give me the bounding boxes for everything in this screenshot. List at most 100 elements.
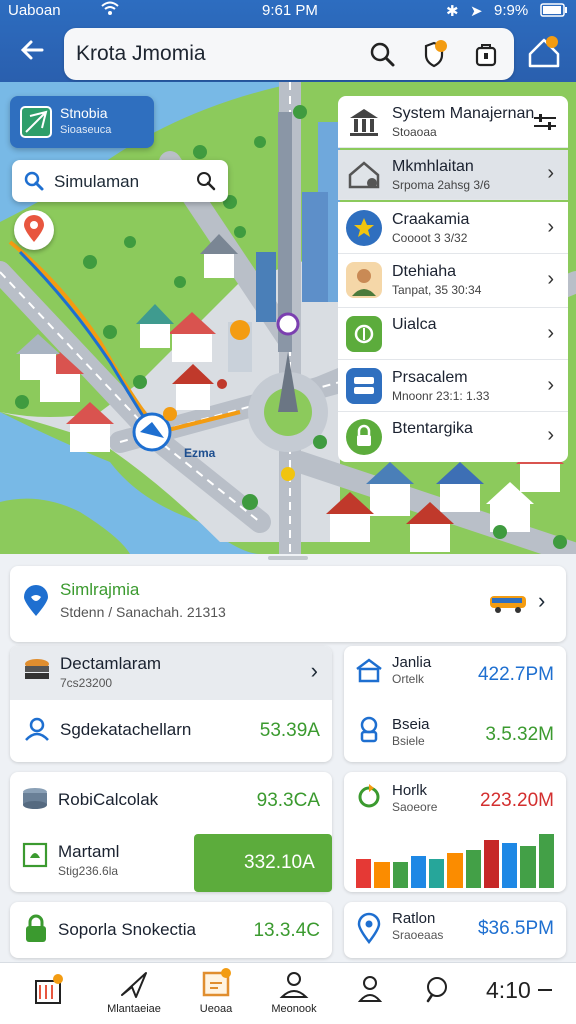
chart-bar: [410, 856, 427, 888]
bluetooth-icon: ✱: [446, 3, 459, 20]
panel-item-system[interactable]: System Manajernan Stoaoaa: [338, 96, 568, 148]
nav-person[interactable]: Meonook: [258, 967, 330, 1021]
chevron-right-icon: ›: [310, 658, 318, 683]
compass-icon: [20, 106, 52, 138]
search-icon[interactable]: [366, 38, 398, 70]
card-title: Soporla Snokectia: [58, 920, 196, 939]
stack-icon: [22, 656, 52, 691]
stat-card-soporla[interactable]: Soporla Snokectia 13.3.4C: [10, 902, 332, 958]
panel-item-title: Uialca: [392, 316, 437, 333]
chart-bar: [447, 853, 463, 888]
card-subtitle: Saoeore: [392, 800, 438, 814]
chart-bar: [520, 846, 536, 888]
card-title: Dectamlaram: [60, 654, 162, 673]
chart-bar: [465, 850, 481, 888]
home-button[interactable]: [524, 32, 564, 72]
bag-icon[interactable]: [470, 38, 502, 70]
location-pin-button[interactable]: [14, 210, 54, 250]
nav-box[interactable]: Ueoaa: [180, 967, 252, 1021]
stat-card-robi[interactable]: RobiCalcolak 93.3CA Martaml Stig236.6la …: [10, 772, 332, 892]
lock-icon: [346, 419, 382, 455]
card-value: $36.5PM: [477, 918, 554, 939]
panel-item-subtitle: Mnoonr 23:1: 1.33: [392, 389, 490, 403]
card-subtitle: Sraoeaas: [392, 928, 444, 942]
road-label: Ezma: [184, 446, 216, 460]
trip-card[interactable]: Simlrajmia Stdenn / Sanachah. 21313 ›: [10, 566, 566, 642]
card-subtitle: Ortelk: [392, 672, 425, 686]
promo-title: Stnobia: [60, 105, 108, 121]
panel-item-title: Btentargika: [392, 420, 473, 437]
panel-item-6[interactable]: Prsacalem Mnoonr 23:1: 1.33 ›: [338, 360, 568, 412]
nav-user[interactable]: [334, 967, 406, 1021]
stat-card-horlk[interactable]: Horlk Saoeore 223.20M: [344, 772, 566, 892]
back-button[interactable]: [14, 36, 50, 72]
panel-item-title: Mkmhlaitan: [392, 158, 474, 175]
bottom-sheet: Simlrajmia Stdenn / Sanachah. 21313 › De…: [0, 554, 576, 1024]
minus-icon: [538, 989, 552, 991]
avatar-icon: [346, 262, 382, 298]
nav-search[interactable]: [402, 967, 474, 1021]
lock-icon: [22, 914, 50, 951]
card-value: 223.20M: [480, 790, 554, 811]
card-title: Martaml: [58, 842, 120, 861]
sliders-icon[interactable]: [532, 110, 558, 139]
sheet-handle[interactable]: [268, 556, 308, 560]
nav-time[interactable]: 4:10: [480, 967, 560, 1021]
user-icon: [357, 976, 383, 1002]
bottom-nav: Mlantaeiae Ueoaa Meonook 4:10: [0, 962, 576, 1024]
trip-subtitle: Stdenn / Sanachah. 21313: [60, 604, 226, 620]
shield-icon[interactable]: [418, 38, 450, 70]
chart-bar: [502, 843, 518, 888]
card-title: Ratlon: [392, 910, 436, 927]
pin-icon: [356, 912, 382, 949]
search-field[interactable]: Krota Jmomia: [64, 28, 514, 80]
status-bar: Uaboan 9:61 PM ✱ ➤ 9:9%: [0, 0, 576, 22]
chevron-right-icon: ›: [547, 374, 554, 396]
map-search-input[interactable]: Simulaman: [54, 172, 139, 192]
coins-icon: [20, 786, 50, 817]
map-search-box[interactable]: Simulaman: [12, 160, 228, 202]
leaf-icon: [346, 316, 382, 352]
app-header: Uaboan 9:61 PM ✱ ➤ 9:9% Krota Jmomia: [0, 0, 576, 82]
chevron-right-icon: ›: [547, 268, 554, 290]
panel-item-3[interactable]: Craakamia Coooot 3 3/32 ›: [338, 202, 568, 254]
server-icon: [346, 368, 382, 404]
panel-item-7[interactable]: Btentargika ›: [338, 412, 568, 462]
card-title: Bseia: [392, 716, 430, 733]
panel-item-title: System Manajernan: [392, 105, 535, 122]
panel-item-title: Craakamia: [392, 211, 470, 228]
nav-label: Mlantaeiae: [107, 1003, 161, 1015]
value-button[interactable]: 332.10A: [194, 834, 332, 892]
chevron-right-icon: ›: [547, 162, 554, 184]
stat-card-ratlon[interactable]: Ratlon Sraoeaas $36.5PM: [344, 902, 566, 958]
nav-calendar[interactable]: [12, 967, 84, 1021]
card-title: Sgdekatachellarn: [60, 720, 192, 739]
panel-item-monitoring[interactable]: Mkmhlaitan Srpoma 2ahsg 3/6 ›: [338, 150, 568, 200]
panel-item-4[interactable]: Dtehiaha Tanpat, 35 30:34 ›: [338, 254, 568, 308]
calendar-icon: [35, 974, 63, 1004]
plant-icon: [22, 842, 48, 873]
nav-direction[interactable]: Mlantaeiae: [98, 967, 170, 1021]
back-arrow-icon: [20, 40, 44, 60]
carrier-label: Uaboan: [8, 2, 61, 19]
card-value: 93.3CA: [256, 790, 320, 811]
card-title: Janlia: [392, 654, 432, 671]
card-value: 422.7PM: [477, 664, 554, 685]
promo-card[interactable]: Stnobia Sioaseuca: [10, 96, 154, 148]
refresh-icon: [354, 782, 384, 817]
chart-bar: [356, 859, 372, 888]
trip-title: Simlrajmia: [60, 580, 140, 599]
card-subtitle: Stig236.6la: [58, 864, 119, 878]
panel-item-5[interactable]: Uialca ›: [338, 308, 568, 360]
stat-card-janlia[interactable]: Janlia Ortelk 422.7PM Bseia Bsiele 3.5.3…: [344, 646, 566, 762]
battery-label: 9:9%: [494, 2, 529, 19]
panel-item-subtitle: Coooot 3 3/32: [392, 231, 468, 245]
clock: 9:61 PM: [262, 2, 318, 19]
panel-item-subtitle: Stoaoaa: [392, 125, 437, 139]
chart-bar: [483, 840, 500, 888]
card-value: 53.39A: [259, 720, 320, 741]
magnifier-icon[interactable]: [194, 169, 218, 198]
search-input[interactable]: Krota Jmomia: [76, 42, 206, 66]
stat-card-dectamlaram[interactable]: Dectamlaram 7cs23200 › Sgdekatachellarn …: [10, 646, 332, 762]
arrow-icon: [121, 972, 147, 998]
